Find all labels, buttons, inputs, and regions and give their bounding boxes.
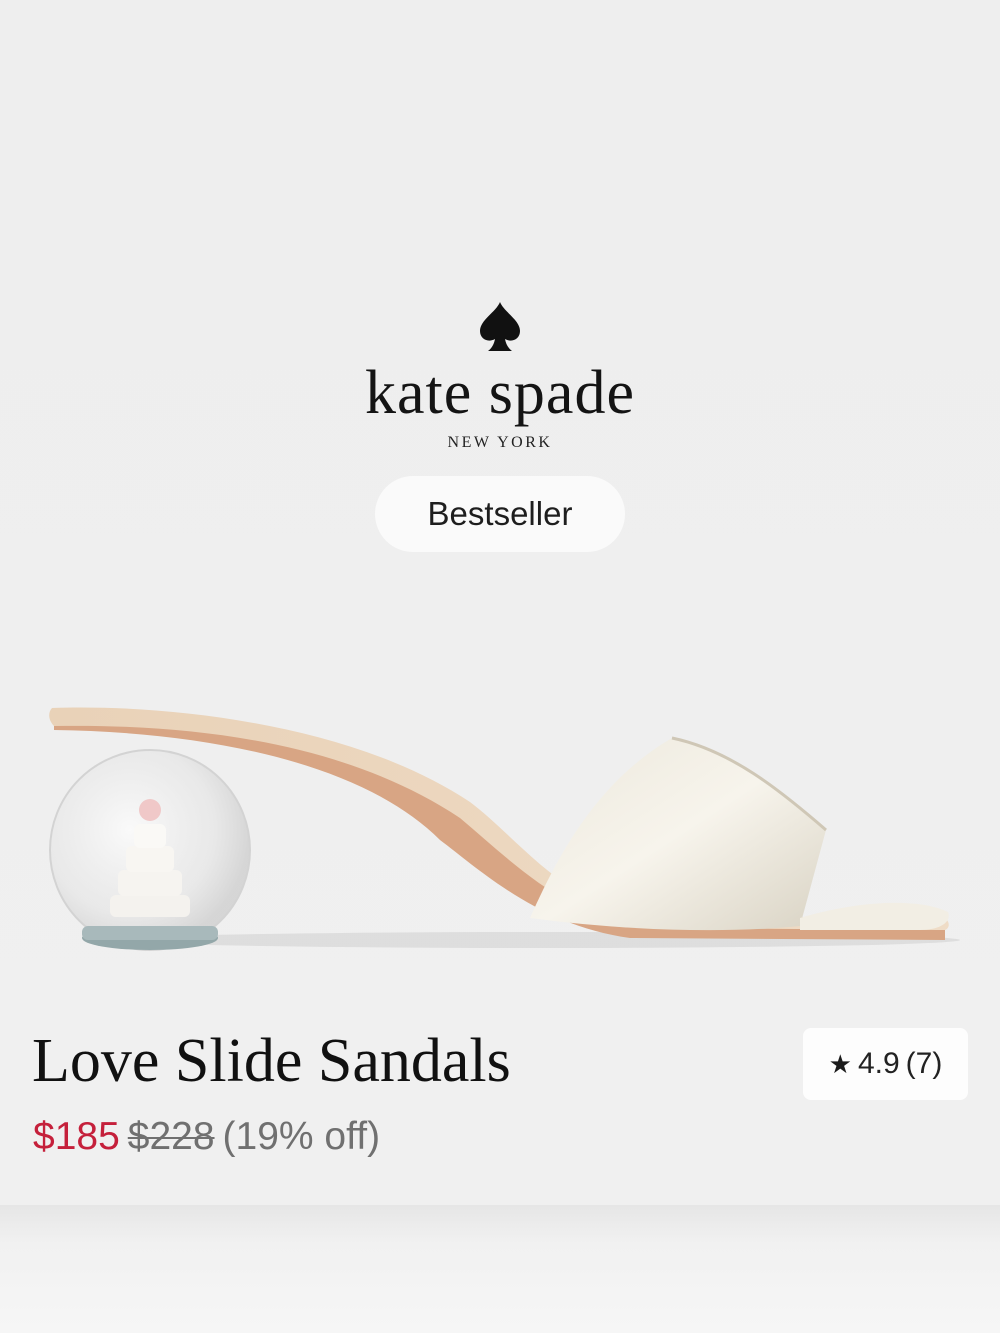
rating-count: (7) bbox=[905, 1047, 943, 1080]
brand-city: NEW YORK bbox=[447, 434, 553, 451]
brand-name: kate spade bbox=[365, 359, 635, 427]
bottom-area bbox=[0, 1205, 1000, 1333]
bestseller-badge: Bestseller bbox=[375, 476, 625, 552]
rating-score: 4.9 bbox=[857, 1047, 900, 1080]
brand-logo: kate spade NEW YORK bbox=[0, 300, 1000, 452]
spade-icon bbox=[480, 302, 520, 351]
discount-label: (19% off) bbox=[222, 1115, 381, 1158]
product-image[interactable] bbox=[40, 690, 960, 960]
star-icon: ★ bbox=[828, 1048, 852, 1079]
product-title[interactable]: Love Slide Sandals bbox=[32, 1026, 511, 1097]
rating-badge[interactable]: ★ 4.9 (7) bbox=[803, 1028, 968, 1100]
original-price: $228 bbox=[127, 1115, 215, 1158]
sale-price: $185 bbox=[33, 1115, 120, 1158]
price-row: $185 $228 (19% off) bbox=[33, 1115, 380, 1159]
product-card[interactable] bbox=[0, 0, 1000, 1205]
